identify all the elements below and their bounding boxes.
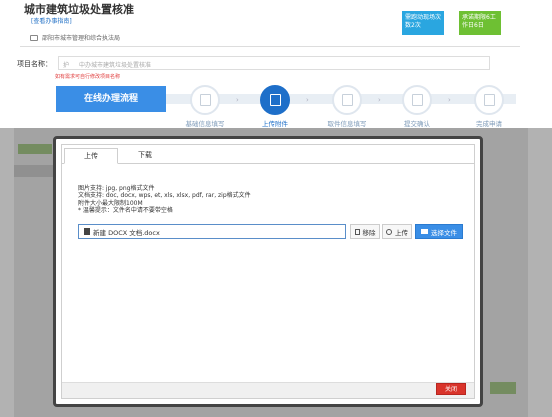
choose-label: 选择文件 (431, 228, 457, 237)
step-label-complete: 完成申请 (476, 120, 502, 128)
deadline-badge: 承诺期限6工作日6日 (459, 11, 501, 35)
step-label-pickup: 取件信息填写 (327, 120, 367, 128)
chevron-right-icon: › (448, 96, 451, 104)
page: 城市建筑垃圾处置核准 [查看办事指南] 邵阳市城市管理和综合执法局 需跑动现场次… (0, 0, 552, 417)
step-submit (402, 85, 432, 115)
tab-download[interactable]: 下载 (118, 148, 172, 164)
dialog-footer: 关闭 (62, 382, 474, 398)
tab-bar: 上传 下载 (62, 145, 474, 164)
folder-open-icon (421, 229, 428, 234)
info-doc-types: 文档支持: doc, docx, wps, et, xls, xlsx, pdf… (78, 192, 251, 200)
chevron-right-icon: › (236, 96, 239, 104)
step-complete (474, 85, 504, 115)
folder-icon (30, 34, 38, 41)
document-icon (342, 94, 353, 106)
file-icon (84, 228, 90, 235)
checklist-icon (484, 94, 495, 106)
project-value: 中办城市建筑垃圾处置核准 (78, 62, 151, 69)
step-basic-info (190, 85, 220, 115)
header-divider (20, 46, 520, 47)
step-pickup-info (332, 85, 362, 115)
project-name-input[interactable]: 护 中办城市建筑垃圾处置核准 (58, 56, 490, 70)
upload-label: 上传 (395, 228, 408, 237)
close-button[interactable]: 关闭 (436, 383, 466, 395)
remove-button[interactable]: 移除 (350, 224, 380, 239)
tab-upload[interactable]: 上传 (64, 148, 118, 164)
upload-dialog: 上传 下载 图片支持: jpg, png格式文件 文档支持: doc, docx… (53, 136, 483, 407)
step-label-upload: 上传附件 (262, 120, 288, 128)
project-name-label: 项目名称： (17, 60, 52, 68)
org-text: 邵阳市城市管理和综合执法局 (42, 35, 121, 42)
upload-button[interactable]: 上传 (382, 224, 412, 239)
upload-circle-icon (386, 228, 392, 235)
guide-link[interactable]: [查看办事指南] (31, 16, 72, 25)
chevron-right-icon: › (306, 96, 309, 104)
chevron-right-icon: › (378, 96, 381, 104)
project-prefix: 护 (63, 62, 70, 69)
file-name-field[interactable]: 新建 DOCX 文档.docx (78, 224, 346, 239)
edit-icon (200, 94, 211, 106)
upload-info: 图片支持: jpg, png格式文件 文档支持: doc, docx, wps,… (78, 185, 251, 215)
info-tip: * 温馨提示：文件名中请不要带空格 (78, 207, 173, 215)
step-upload (260, 85, 290, 115)
file-name: 新建 DOCX 文档.docx (93, 228, 160, 237)
flow-title: 在线办理流程 (56, 86, 166, 112)
choose-file-button[interactable]: 选择文件 (415, 224, 463, 239)
visit-count-badge: 需跑动现场次数2次 (402, 11, 444, 35)
org-label: 邵阳市城市管理和综合执法局 (30, 33, 120, 42)
remove-label: 移除 (362, 228, 376, 237)
project-hint: 如有需求可自行修改项目名称 (55, 74, 121, 80)
step-label-submit: 提交确认 (404, 120, 430, 128)
step-label-basic: 基础信息填写 (185, 120, 225, 128)
dialog-body: 上传 下载 图片支持: jpg, png格式文件 文档支持: doc, docx… (61, 144, 475, 399)
send-icon (412, 94, 423, 106)
page-title: 城市建筑垃圾处置核准 (24, 3, 134, 16)
trash-icon (354, 228, 360, 235)
upload-icon (270, 94, 281, 106)
